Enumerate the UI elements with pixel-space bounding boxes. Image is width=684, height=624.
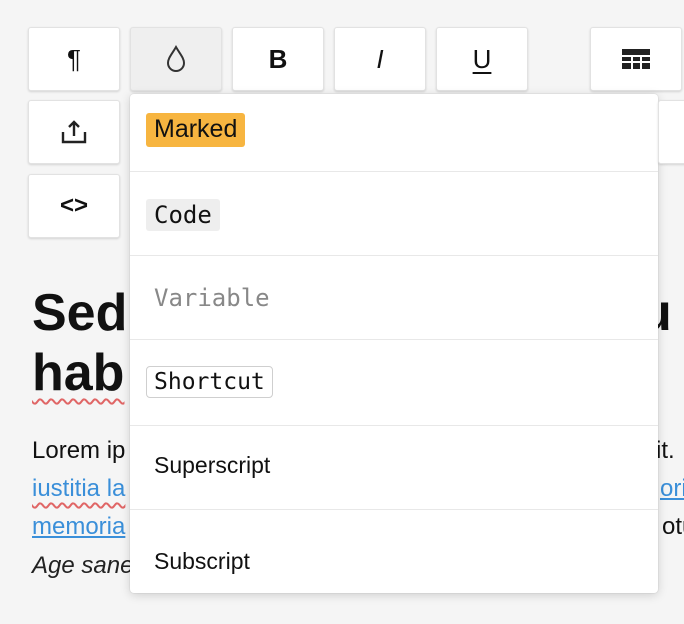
text-style-button[interactable] [130,27,222,91]
bold-button[interactable]: B [232,27,324,91]
code-view-button[interactable]: <> [28,174,120,238]
table-icon [622,49,650,69]
menu-item-label: Superscript [154,452,271,478]
underline-icon: U [472,44,492,74]
menu-item-subscript[interactable]: Subscript [130,509,658,593]
inline-link[interactable]: ori [660,475,684,503]
inline-link[interactable]: memoria [32,513,125,540]
paragraph-line: Lorem ip it. [32,437,675,464]
text-style-menu: Marked Code Variable Shortcut Superscrip… [130,94,658,593]
inline-link[interactable]: iustitia la [32,475,125,502]
paragraph-button[interactable]: ¶ [28,27,120,91]
menu-item-label: Shortcut [146,366,273,398]
menu-item-label: Marked [146,113,246,147]
menu-item-shortcut[interactable]: Shortcut [130,339,658,425]
bold-icon: B [268,44,288,74]
share-icon [61,120,87,144]
table-button[interactable] [590,27,682,91]
menu-item-label: Subscript [154,548,250,574]
underline-button[interactable]: U [436,27,528,91]
menu-item-superscript[interactable]: Superscript [130,425,658,509]
italic-button[interactable]: I [334,27,426,91]
menu-item-marked[interactable]: Marked [130,94,658,171]
menu-item-label: Code [146,199,220,231]
droplet-icon [166,44,186,72]
menu-item-variable[interactable]: Variable [130,255,658,339]
code-icon: <> [59,192,89,219]
paragraph-line: Age sane [32,552,134,579]
share-button[interactable] [28,100,120,164]
paragraph-line: memoria otu [32,513,684,540]
pilcrow-icon: ¶ [67,44,81,74]
paragraph-line: iustitia la ori [32,475,684,503]
menu-item-label: Variable [154,284,270,312]
menu-item-code[interactable]: Code [130,171,658,255]
hidden-toolbar-button[interactable] [658,100,684,164]
italic-icon: I [376,44,384,74]
